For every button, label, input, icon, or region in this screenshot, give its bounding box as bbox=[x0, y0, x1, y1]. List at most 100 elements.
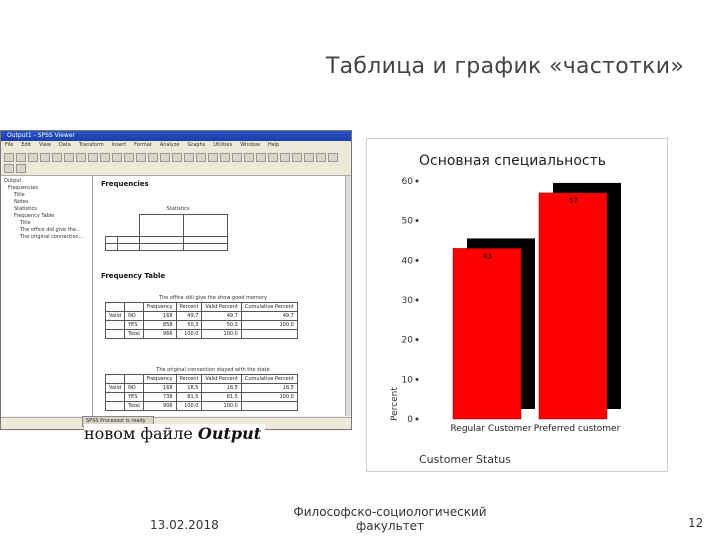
y-tick-label: 20 bbox=[402, 336, 414, 346]
frequency-table-heading[interactable]: Frequency Table bbox=[101, 272, 165, 280]
menu-item-edit[interactable]: Edit bbox=[21, 141, 31, 150]
x-axis-label: Customer Status bbox=[419, 453, 511, 466]
window-titlebar[interactable]: Output1 - SPSS Viewer bbox=[1, 131, 351, 141]
outline-item[interactable]: The office did give the... bbox=[4, 227, 89, 234]
y-tick-label: 40 bbox=[402, 256, 414, 266]
toolbar-button[interactable] bbox=[256, 152, 266, 162]
outline-item[interactable]: Frequencies bbox=[4, 185, 89, 192]
caption-prefix: новом файле bbox=[84, 424, 193, 443]
frequency-table-1[interactable]: Frequency Percent Valid Percent Cumulative … bbox=[104, 302, 298, 339]
toolbar-button[interactable] bbox=[4, 163, 14, 173]
table-cell: NO bbox=[124, 383, 144, 393]
menu-item-data[interactable]: Data bbox=[59, 141, 71, 150]
toolbar-button[interactable] bbox=[232, 152, 242, 162]
table-cell: YES bbox=[124, 320, 144, 330]
table-cell: 100,0 bbox=[201, 329, 242, 339]
table-cell: 50,3 bbox=[201, 320, 242, 330]
slide-caption: новом файле Output bbox=[84, 424, 266, 443]
toolbar-button[interactable] bbox=[304, 152, 314, 162]
footer-page-number: 12 bbox=[688, 516, 704, 530]
outline-item[interactable]: Statistics bbox=[4, 206, 89, 213]
bar-chart: Основная специальность 0 10 20 30 40 50 60 Perce… bbox=[366, 138, 668, 472]
toolbar-button[interactable] bbox=[328, 152, 338, 162]
outline-pane[interactable]: Output Frequencies Title Notes Statistics Fre… bbox=[1, 176, 93, 416]
menu-item-transform[interactable]: Transform bbox=[79, 141, 104, 150]
bar bbox=[538, 192, 608, 420]
table-cell: 168 bbox=[142, 383, 177, 393]
table1-caption: The office still give the show good memo… bbox=[159, 295, 267, 301]
toolbar-button[interactable] bbox=[292, 152, 302, 162]
table-cell: 49,7 bbox=[240, 311, 298, 321]
toolbar-button[interactable] bbox=[160, 152, 170, 162]
toolbar-button[interactable] bbox=[4, 152, 14, 162]
toolbar-button[interactable] bbox=[172, 152, 182, 162]
y-tick-label: 30 bbox=[402, 296, 414, 306]
menu-item-help[interactable]: Help bbox=[268, 141, 279, 150]
outline-item[interactable]: Notes bbox=[4, 199, 89, 206]
table-cell: 49,7 bbox=[175, 311, 203, 321]
toolbar-button[interactable] bbox=[64, 152, 74, 162]
toolbar-button[interactable] bbox=[280, 152, 290, 162]
toolbar-button[interactable] bbox=[112, 152, 122, 162]
toolbar-button[interactable] bbox=[196, 152, 206, 162]
footer-date: 13.02.2018 bbox=[150, 518, 219, 532]
y-tick-label: 0 bbox=[407, 415, 413, 425]
outline-item[interactable]: Title bbox=[4, 220, 89, 227]
table-header-cell: Cumulative Percent bbox=[240, 374, 298, 384]
outline-item[interactable]: The original connection... bbox=[4, 234, 89, 241]
toolbar-button[interactable] bbox=[16, 163, 26, 173]
vertical-scrollbar[interactable] bbox=[345, 176, 351, 416]
toolbar-button[interactable] bbox=[88, 152, 98, 162]
toolbar-button[interactable] bbox=[124, 152, 134, 162]
toolbar-button[interactable] bbox=[52, 152, 62, 162]
toolbar-button[interactable] bbox=[316, 152, 326, 162]
table-cell: Valid bbox=[104, 311, 126, 321]
frequencies-heading[interactable]: Frequencies bbox=[101, 180, 149, 188]
outline-item[interactable]: Frequency Table bbox=[4, 213, 89, 220]
menu-item-format[interactable]: Format bbox=[134, 141, 152, 150]
toolbar-button[interactable] bbox=[208, 152, 218, 162]
y-tick-label: 60 bbox=[402, 177, 414, 187]
toolbar-button[interactable] bbox=[136, 152, 146, 162]
menu-item-insert[interactable]: Insert bbox=[112, 141, 126, 150]
menu-item-graphs[interactable]: Graphs bbox=[187, 141, 205, 150]
statistics-table[interactable] bbox=[105, 214, 228, 251]
menu-bar: File Edit View Data Transform Insert Format Ana… bbox=[1, 141, 351, 150]
table-cell bbox=[240, 329, 298, 339]
output-pane[interactable]: Frequencies Statistics Frequency Table T… bbox=[93, 176, 351, 416]
outline-item[interactable]: Title bbox=[4, 192, 89, 199]
toolbar-button[interactable] bbox=[28, 152, 38, 162]
outline-item[interactable]: Output bbox=[4, 178, 89, 185]
toolbar-button[interactable] bbox=[220, 152, 230, 162]
table-header-cell bbox=[124, 302, 144, 312]
menu-item-window[interactable]: Window bbox=[240, 141, 260, 150]
x-tick-label: Preferred customer bbox=[534, 424, 621, 434]
table-cell: 168 bbox=[142, 311, 177, 321]
table-header-cell: Percent bbox=[175, 374, 203, 384]
viewer-body: Output Frequencies Title Notes Statistics Fre… bbox=[1, 176, 351, 416]
menu-item-view[interactable]: View bbox=[39, 141, 51, 150]
toolbar-button[interactable] bbox=[16, 152, 26, 162]
frequency-table-2[interactable]: Frequency Percent Valid Percent Cumulative … bbox=[104, 374, 298, 411]
toolbar-button[interactable] bbox=[40, 152, 50, 162]
table-header-cell bbox=[124, 374, 144, 384]
table-header-cell bbox=[104, 302, 126, 312]
table-cell: 100,0 bbox=[240, 392, 298, 402]
table-cell: 18,5 bbox=[240, 383, 298, 393]
table-cell bbox=[240, 401, 298, 411]
toolbar-button[interactable] bbox=[244, 152, 254, 162]
table-cell: 50,3 bbox=[175, 320, 203, 330]
toolbar-button[interactable] bbox=[184, 152, 194, 162]
toolbar bbox=[1, 150, 351, 176]
toolbar-button[interactable] bbox=[268, 152, 278, 162]
toolbar-button[interactable] bbox=[76, 152, 86, 162]
menu-item-file[interactable]: File bbox=[5, 141, 13, 150]
menu-item-analyze[interactable]: Analyze bbox=[160, 141, 180, 150]
menu-item-utilities[interactable]: Utilities bbox=[213, 141, 232, 150]
y-tick-label: 10 bbox=[402, 375, 414, 385]
table-cell: Valid bbox=[104, 383, 126, 393]
toolbar-button[interactable] bbox=[100, 152, 110, 162]
spss-viewer-window[interactable]: Output1 - SPSS Viewer File Edit View Data Tr… bbox=[0, 130, 352, 430]
table-row: Valid NO 168 49,7 49,7 49,7 bbox=[104, 311, 298, 321]
toolbar-button[interactable] bbox=[148, 152, 158, 162]
